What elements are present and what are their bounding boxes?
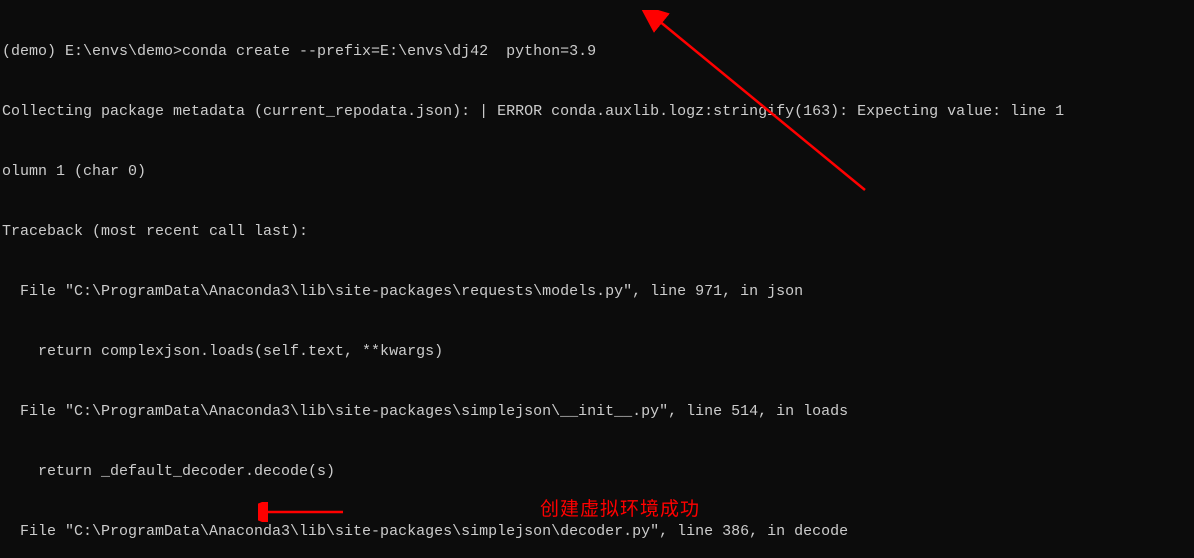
annotation-text: 创建虚拟环境成功 bbox=[540, 500, 700, 520]
annotation-arrow-bottom bbox=[258, 502, 348, 522]
terminal-line: olumn 1 (char 0) bbox=[2, 162, 1194, 182]
terminal-window[interactable]: (demo) E:\envs\demo>conda create --prefi… bbox=[0, 0, 1194, 558]
terminal-line: File "C:\ProgramData\Anaconda3\lib\site-… bbox=[2, 402, 1194, 422]
terminal-line: File "C:\ProgramData\Anaconda3\lib\site-… bbox=[2, 282, 1194, 302]
terminal-line: (demo) E:\envs\demo>conda create --prefi… bbox=[2, 42, 1194, 62]
terminal-line: return _default_decoder.decode(s) bbox=[2, 462, 1194, 482]
terminal-line: Traceback (most recent call last): bbox=[2, 222, 1194, 242]
terminal-line: Collecting package metadata (current_rep… bbox=[2, 102, 1194, 122]
terminal-line: File "C:\ProgramData\Anaconda3\lib\site-… bbox=[2, 522, 1194, 542]
terminal-line: return complexjson.loads(self.text, **kw… bbox=[2, 342, 1194, 362]
